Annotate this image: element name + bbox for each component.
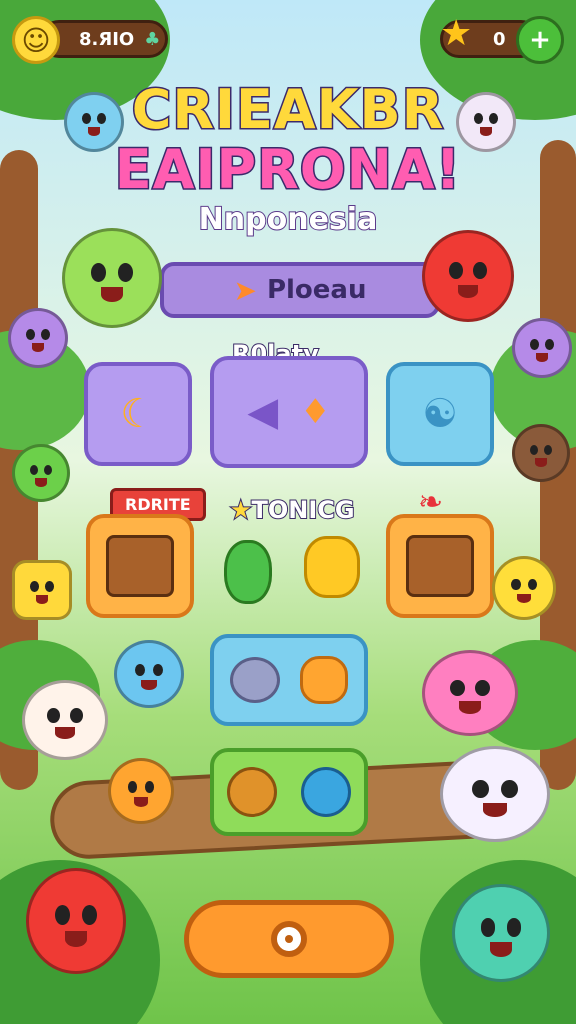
shell-icon: ◀: [247, 389, 279, 435]
blue-cat-creature: [64, 92, 124, 152]
level-tile-pair-green[interactable]: [210, 748, 368, 836]
yellow-fairy-creature: [492, 556, 556, 620]
level-tile-moon[interactable]: ☾: [84, 362, 192, 466]
level-tile-box-left[interactable]: [86, 514, 194, 618]
game-title-line1: CRIEAKBR: [130, 77, 445, 143]
mode-banner[interactable]: ➤ Ploeau: [160, 262, 440, 318]
cow-creature: [22, 680, 108, 760]
ghost-cat-icon: ☯: [422, 391, 458, 437]
orange-bear-creature: [108, 758, 174, 824]
box-creature-icon: [106, 535, 174, 597]
clover-icon: ♣: [144, 28, 161, 50]
moon-fish-icon: ☾: [120, 391, 156, 437]
mode-banner-label: Ploeau: [266, 275, 367, 305]
game-title-line2: EAIPRONA!: [113, 137, 462, 203]
arrow-icon: ➤: [233, 273, 257, 307]
red-blob-creature: [422, 230, 514, 322]
section-label-2: ★TONICG: [229, 495, 356, 525]
white-unicorn-creature: [440, 746, 550, 842]
pink-butterfly-creature: [422, 650, 518, 736]
green-creature-left: [12, 444, 70, 502]
level-tile-shell[interactable]: ◀ ♦: [210, 356, 368, 468]
purple-creature-right: [512, 318, 572, 378]
blue-fish-creature: [114, 640, 184, 708]
yellow-heart-creature: [304, 536, 360, 598]
smiley-icon[interactable]: ☺: [12, 16, 60, 64]
blueberry-creature-icon: [301, 767, 351, 817]
section-label-2-text: TONICG: [251, 495, 356, 525]
game-screen: 8.ЯIO ♣ ☺ 0 ★ + CRIEAKBR EAIPRONA! Nnpon…: [0, 0, 576, 1024]
red-apple-creature: [26, 868, 126, 974]
grey-creature-icon: [230, 657, 280, 703]
brown-creature-right: [512, 424, 570, 482]
box-creature-icon-right: [406, 535, 474, 597]
plus-icon[interactable]: +: [516, 16, 564, 64]
star-icon: ★: [440, 13, 473, 54]
level-tile-ghost[interactable]: ☯: [386, 362, 494, 466]
bell-icon: ♦: [300, 392, 331, 432]
green-creature: [224, 540, 272, 604]
teal-cat-creature: [452, 884, 550, 982]
star-badge-icon: ★: [229, 495, 252, 525]
play-button[interactable]: [184, 900, 394, 978]
star-counter-value: 0: [493, 28, 506, 50]
game-subtitle: Nnponesia: [198, 201, 379, 238]
pear-creature-icon: [227, 767, 277, 817]
green-blob-creature: [62, 228, 162, 328]
crystal-creature-left: [12, 560, 72, 620]
coin-counter-value: 8.ЯIO: [79, 28, 135, 50]
level-tile-box-right[interactable]: [386, 514, 494, 618]
level-tile-pair-blue[interactable]: [210, 634, 368, 726]
bow-icon: ❧: [418, 485, 444, 520]
purple-creature-left: [8, 308, 68, 368]
white-cat-creature: [456, 92, 516, 152]
target-icon: [271, 921, 307, 957]
orange-creature-icon: [300, 656, 348, 704]
